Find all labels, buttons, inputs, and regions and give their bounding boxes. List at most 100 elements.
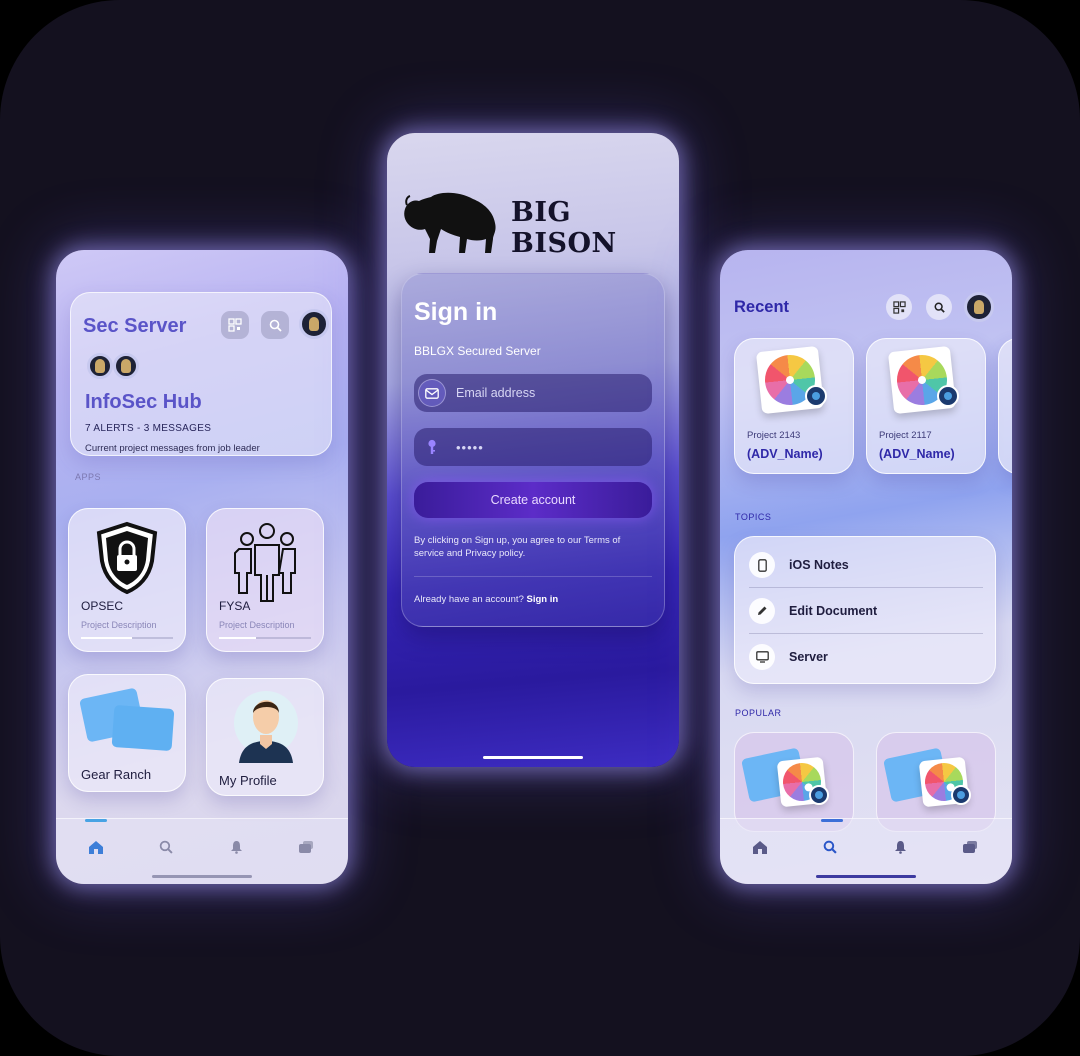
search-icon [823,840,837,854]
app-name: OPSEC [81,599,124,613]
progress-bar [219,637,311,639]
project-name: (ADV_Name) [879,447,955,461]
signin-card: Sign in BBLGX Secured Server Email addre… [401,273,665,627]
folder-icon [111,704,175,752]
active-tab-indicator [85,819,107,822]
bell-icon [230,841,242,854]
email-placeholder: Email address [456,386,536,400]
tab-bar [720,818,1012,884]
search-icon[interactable] [926,294,952,320]
group-icon [234,523,296,602]
create-account-button[interactable]: Create account [414,482,652,518]
team-avatar [87,353,113,379]
server-title: Sec Server [83,315,187,337]
key-icon [418,433,446,461]
tab-notifications[interactable] [216,833,256,861]
recent-title: Recent [734,298,790,316]
topics-section-label: TOPICS [735,512,772,522]
bell-icon [894,841,906,854]
team-avatar [113,353,139,379]
tab-home[interactable] [76,833,116,861]
password-field[interactable]: ••••• [414,428,652,466]
monitor-icon [749,644,775,670]
terms-text: By clicking on Sign up, you agree to our… [414,535,621,559]
topic-label: iOS Notes [789,558,849,572]
project-name: (ADV_Name) [747,447,823,461]
home-indicator [152,875,252,878]
stack-icon [299,841,313,853]
mail-icon [418,379,446,407]
stack-icon [963,841,977,853]
tab-bar [56,818,348,884]
server-name: BBLGX Secured Server [414,344,541,358]
app-name: My Profile [219,773,277,788]
project-card-partial[interactable] [998,338,1012,474]
topic-label: Server [789,650,828,664]
popular-card[interactable] [734,732,854,832]
have-account-label: Already have an account? [414,594,524,605]
project-card[interactable]: Project 2143 (ADV_Name) [734,338,854,474]
app-card-fysa[interactable]: FYSA Project Description [206,508,324,652]
bison-logo [404,192,496,253]
home-indicator [483,756,583,759]
user-avatar[interactable] [299,309,329,339]
topic-server[interactable]: Server [749,637,983,677]
apps-section-label: APPS [75,472,102,482]
home-icon [753,840,767,854]
search-icon [159,840,173,854]
hub-title: InfoSec Hub [85,391,202,413]
server-header-card[interactable]: Sec Server InfoSec Hub 7 ALERTS - 3 MESS… [70,292,332,456]
phone-signin: BIG BISON Sign in BBLGX Secured Server E… [387,133,679,767]
project-id: Project 2143 [747,430,801,441]
divider [749,587,983,588]
tab-stack[interactable] [950,833,990,861]
progress-bar [81,637,173,639]
home-indicator [816,875,916,878]
brand-name: BIG BISON [511,197,617,259]
camera-badge-icon [809,785,829,805]
tab-stack[interactable] [286,833,326,861]
app-description: Project Description [81,620,157,630]
app-card-my-profile[interactable]: My Profile [206,678,324,796]
active-tab-indicator [821,819,843,822]
have-account-text: Already have an account? Sign in [414,594,558,605]
app-name: FYSA [219,599,251,613]
header-message: Current project messages from job leader [85,443,260,454]
signin-link[interactable]: Sign in [527,594,559,605]
project-card[interactable]: Project 2117 (ADV_Name) [866,338,986,474]
divider [414,576,652,577]
profile-avatar-icon [234,691,298,763]
app-name: Gear Ranch [81,767,152,782]
password-value: ••••• [456,439,484,455]
search-icon[interactable] [261,311,289,339]
camera-badge-icon [937,385,959,407]
popular-section-label: POPULAR [735,708,782,718]
tab-search[interactable] [810,833,850,861]
background-stage: Sec Server InfoSec Hub 7 ALERTS - 3 MESS… [0,0,1080,1056]
camera-badge-icon [951,785,971,805]
divider [749,633,983,634]
app-card-opsec[interactable]: OPSEC Project Description [68,508,186,652]
tab-search[interactable] [146,833,186,861]
phone-dashboard: Sec Server InfoSec Hub 7 ALERTS - 3 MESS… [56,250,348,884]
qr-code-icon[interactable] [221,311,249,339]
phone-icon [749,552,775,578]
lock-shield-icon [96,521,158,595]
topic-edit-document[interactable]: Edit Document [749,591,983,631]
tab-home[interactable] [740,833,780,861]
camera-badge-icon [805,385,827,407]
home-icon [89,840,103,854]
alerts-count: 7 ALERTS - 3 MESSAGES [85,423,212,434]
topic-label: Edit Document [789,604,878,618]
qr-code-icon[interactable] [886,294,912,320]
email-field[interactable]: Email address [414,374,652,412]
phone-recent: Recent Project 2143 (ADV_Name) Project 2… [720,250,1012,884]
topic-ios-notes[interactable]: iOS Notes [749,545,983,585]
popular-card[interactable] [876,732,996,832]
app-card-gear-ranch[interactable]: Gear Ranch [68,674,186,792]
tab-notifications[interactable] [880,833,920,861]
user-avatar[interactable] [964,292,994,322]
signin-title: Sign in [414,298,498,326]
topics-card: iOS Notes Edit Document Server [734,536,996,684]
app-description: Project Description [219,620,295,630]
